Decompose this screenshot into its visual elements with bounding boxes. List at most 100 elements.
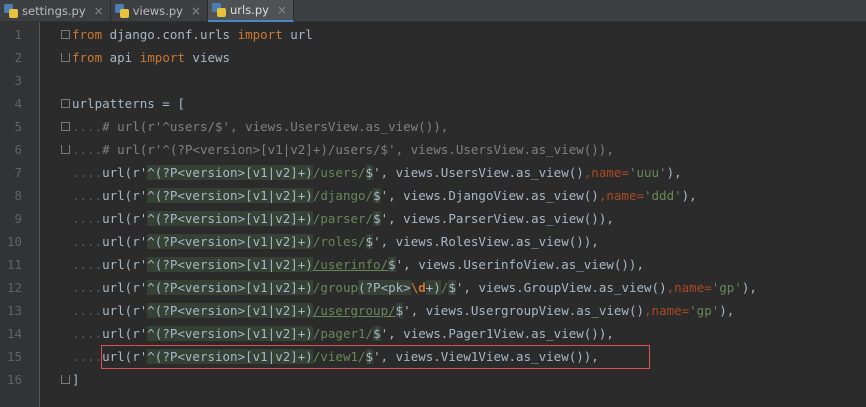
- code-token: $: [365, 234, 374, 249]
- code-token: /roles/: [312, 234, 366, 249]
- code-token: /users/: [312, 165, 366, 180]
- code-token: /parser/: [312, 211, 374, 226]
- code-token: url(r': [102, 257, 148, 272]
- line-number: 4: [14, 96, 22, 111]
- code-line: ....url(r'^(?P<version>[v1|v2]+)/django/…: [41, 184, 866, 207]
- code-line: ....url(r'^(?P<version>[v1|v2]+)/group(?…: [41, 276, 866, 299]
- code-line: ....url(r'^(?P<version>[v1|v2]+)/parser/…: [41, 207, 866, 230]
- python-file-icon: [4, 4, 18, 18]
- code-token: /django/: [312, 188, 374, 203]
- code-token: # url(r'^(?P<version>[v1|v2]+)/users/$',…: [102, 142, 614, 157]
- code-token: $: [448, 280, 456, 295]
- code-token: url(r': [102, 303, 148, 318]
- line-number: 7: [14, 165, 22, 180]
- tab-urls-py[interactable]: urls.py ×: [207, 0, 295, 22]
- fold-marker-icon[interactable]: [61, 30, 70, 39]
- code-token: /usergroup/: [312, 303, 396, 318]
- code-line: ....# url(r'^(?P<version>[v1|v2]+)/users…: [41, 138, 866, 161]
- line-number: 14: [6, 326, 22, 341]
- fold-marker-icon[interactable]: [61, 122, 70, 131]
- fold-end-marker-icon[interactable]: [61, 375, 70, 384]
- code-token: ', views.DjangoView.as_view(): [380, 188, 599, 203]
- code-token: ^(?P<version>[v1|v2]+): [147, 303, 313, 318]
- code-token: /pager1/: [312, 326, 374, 341]
- line-number-gutter: 1 2 3 4 5 6 7 8 9 10 11 12 13 14 15 16: [0, 22, 40, 407]
- tab-label: urls.py: [229, 3, 269, 17]
- line-number: 6: [14, 142, 22, 157]
- python-file-icon: [211, 3, 226, 17]
- code-token: ]: [72, 372, 80, 387]
- line-number: 5: [14, 119, 22, 134]
- code-token: ....: [72, 280, 103, 295]
- code-token: $: [365, 165, 374, 180]
- code-token: views: [184, 50, 231, 65]
- code-token: ', views.UsergroupView.as_view(): [403, 303, 644, 318]
- code-token: # url(r'^users/$', views.UsersView.as_vi…: [102, 119, 449, 134]
- tab-label: settings.py: [22, 4, 86, 18]
- line-number: 15: [6, 349, 22, 364]
- code-token: /group: [312, 280, 358, 295]
- code-token: ....: [72, 165, 103, 180]
- code-token: urlpatterns = [: [72, 96, 185, 111]
- code-line: ....url(r'^(?P<version>[v1|v2]+)/userinf…: [41, 253, 866, 276]
- code-token: 'ddd': [644, 188, 682, 203]
- code-token: ),: [741, 280, 757, 295]
- tab-views-py[interactable]: views.py ×: [111, 0, 208, 22]
- code-token: url(r': [102, 234, 148, 249]
- code-token: ....: [72, 234, 103, 249]
- code-token: ', views.GroupView.as_view(): [455, 280, 667, 295]
- code-line: ....url(r'^(?P<version>[v1|v2]+)/users/$…: [41, 161, 866, 184]
- code-token: url(r': [102, 211, 148, 226]
- code-token: api: [102, 50, 140, 65]
- tab-label: views.py: [132, 4, 183, 18]
- close-icon[interactable]: ×: [94, 4, 104, 18]
- code-token: ....: [72, 119, 103, 134]
- code-token: ),: [719, 303, 735, 318]
- code-token: ', views.Pager1View.as_view()),: [380, 326, 614, 341]
- code-token: ....: [72, 303, 103, 318]
- line-number: 3: [14, 73, 22, 88]
- code-token: ....: [72, 188, 103, 203]
- code-token: +): [425, 280, 441, 295]
- code-token: ,name=: [583, 165, 629, 180]
- line-number: 9: [14, 211, 22, 226]
- highlight-box-line-15: [101, 345, 650, 369]
- tab-settings-py[interactable]: settings.py ×: [0, 0, 111, 22]
- python-file-icon: [114, 4, 129, 18]
- code-line: urlpatterns = [: [41, 92, 866, 115]
- code-token: django.conf.urls: [102, 27, 238, 42]
- close-icon[interactable]: ×: [277, 3, 287, 17]
- code-token: from: [72, 50, 103, 65]
- line-number: 2: [14, 50, 22, 65]
- code-token: url(r': [102, 188, 148, 203]
- code-token: import: [139, 50, 185, 65]
- fold-end-marker-icon[interactable]: [61, 145, 70, 154]
- code-token: ....: [72, 142, 103, 157]
- code-line: ....# url(r'^users/$', views.UsersView.a…: [41, 115, 866, 138]
- close-icon[interactable]: ×: [191, 4, 201, 18]
- code-token: ^(?P<version>[v1|v2]+): [147, 165, 313, 180]
- code-line: from api import views: [41, 46, 866, 69]
- editor-tab-bar: settings.py × views.py × urls.py ×: [0, 0, 866, 22]
- code-line: ....url(r'^(?P<version>[v1|v2]+)/usergro…: [41, 299, 866, 322]
- code-line: ....url(r'^(?P<version>[v1|v2]+)/pager1/…: [41, 322, 866, 345]
- code-token: $: [373, 326, 381, 341]
- code-token: ^(?P<version>[v1|v2]+): [147, 211, 313, 226]
- code-token: ^(?P<version>[v1|v2]+): [147, 326, 313, 341]
- line-number: 16: [6, 372, 22, 387]
- code-line: ]: [41, 368, 866, 391]
- code-token: 'uuu': [628, 165, 667, 180]
- code-token: from: [72, 27, 103, 42]
- code-token: 'gp': [689, 303, 720, 318]
- fold-marker-icon[interactable]: [61, 99, 70, 108]
- code-token: 'gp': [711, 280, 742, 295]
- code-token: url: [282, 27, 313, 42]
- code-token: ....: [72, 257, 103, 272]
- line-number: 8: [14, 188, 22, 203]
- fold-end-marker-icon[interactable]: [61, 53, 70, 62]
- code-line: from django.conf.urls import url: [41, 23, 866, 46]
- code-token: ,name=: [666, 280, 712, 295]
- code-token: (?P<pk>: [358, 280, 411, 295]
- line-number: 12: [6, 280, 22, 295]
